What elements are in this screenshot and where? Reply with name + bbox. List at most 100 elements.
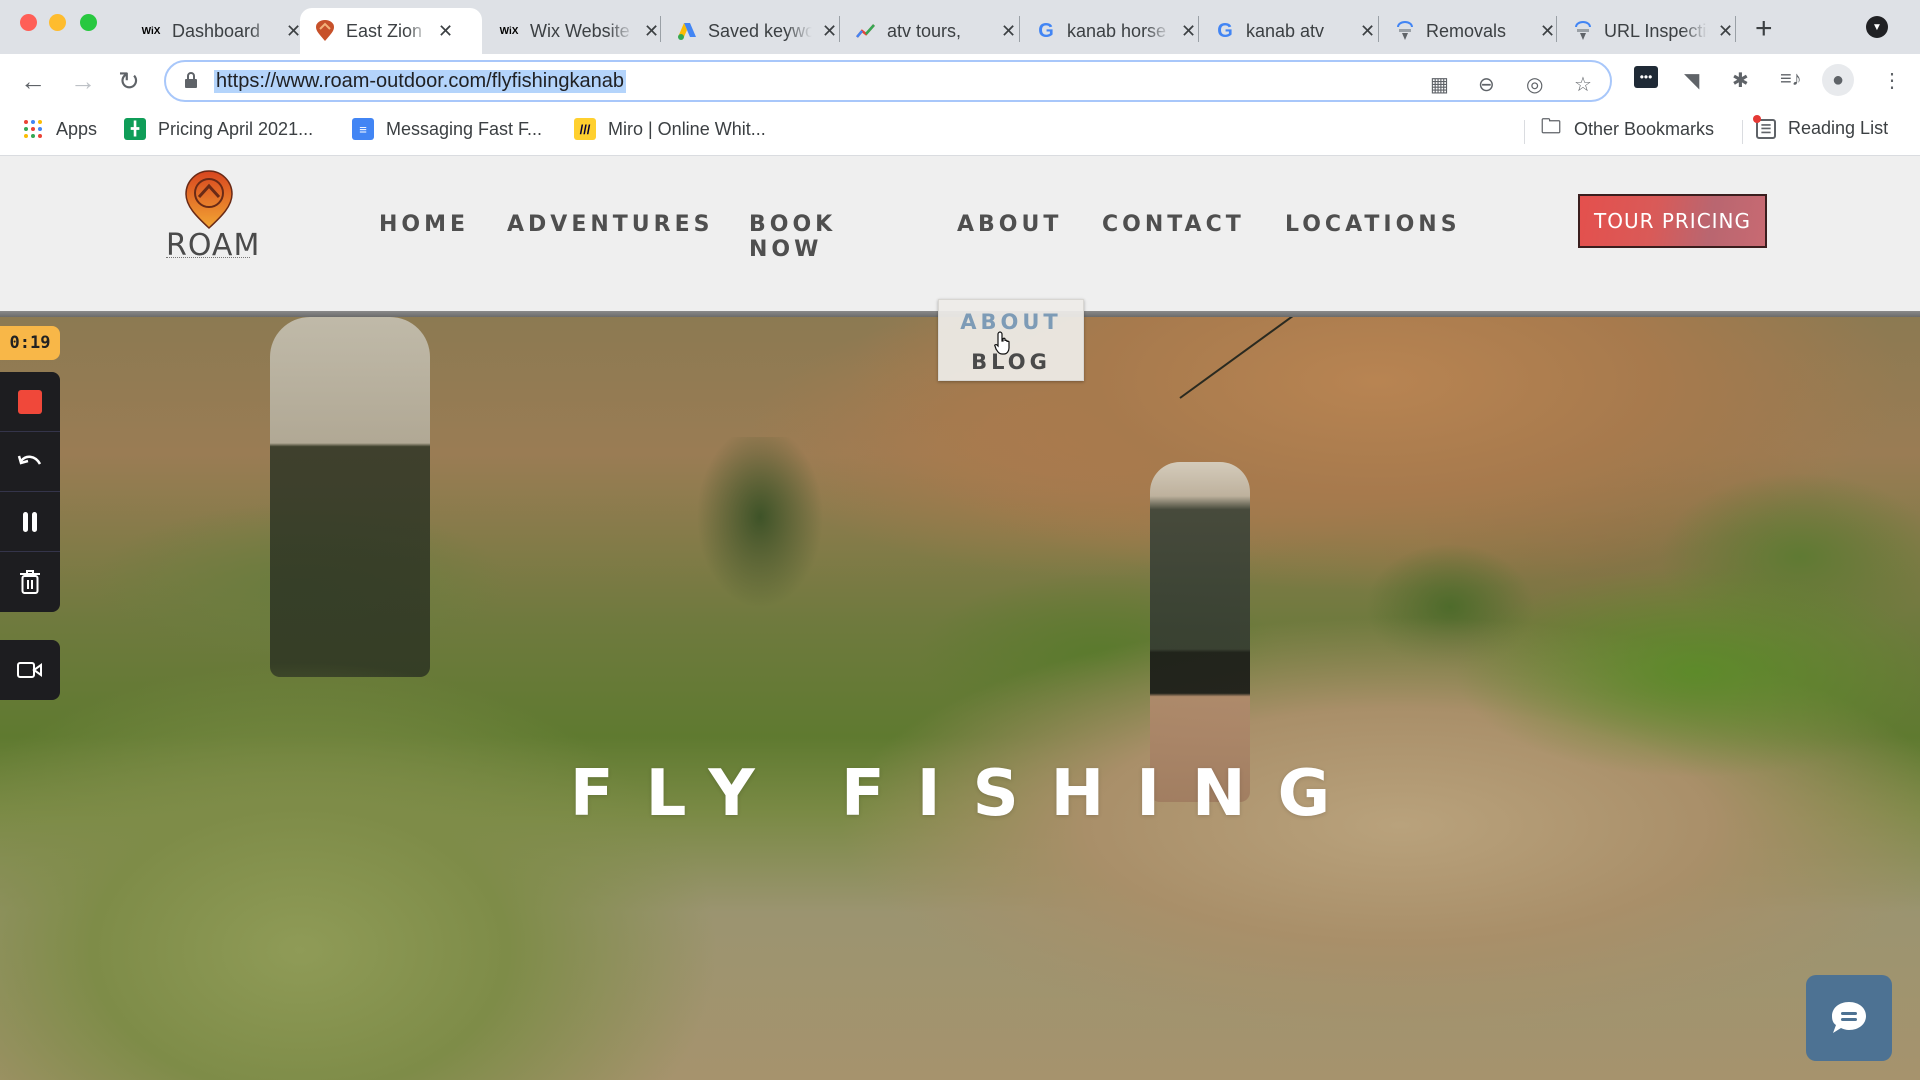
close-icon[interactable]: ✕ <box>1718 21 1733 42</box>
fisherman-figure <box>1150 462 1250 802</box>
tab-title: atv tours, <box>887 20 962 41</box>
delete-recording-button[interactable] <box>0 552 60 612</box>
close-icon[interactable]: ✕ <box>438 21 453 42</box>
media-control-icon[interactable]: ≡♪ <box>1780 68 1802 91</box>
url-text[interactable]: https://www.roam-outdoor.com/flyfishingk… <box>214 70 626 93</box>
window-maximize-button[interactable] <box>80 14 97 31</box>
hero-image: FLY FISHING <box>0 317 1920 1080</box>
nav-contact[interactable]: CONTACT <box>1102 212 1245 237</box>
password-manager-icon[interactable]: ••• <box>1634 66 1658 88</box>
tab-title: URL Inspection <box>1604 20 1708 41</box>
video-camera-icon <box>17 662 42 678</box>
bookmark-star-icon[interactable]: ☆ <box>1574 72 1592 97</box>
nav-home[interactable]: HOME <box>379 212 469 237</box>
bookmark-miro[interactable]: /// Miro | Online Whit... <box>574 118 766 140</box>
back-button[interactable]: ← <box>20 66 46 97</box>
zoom-out-icon[interactable]: ⊖ <box>1478 72 1495 97</box>
restart-recording-button[interactable] <box>0 432 60 492</box>
nav-adventures[interactable]: ADVENTURES <box>507 212 713 237</box>
toggle-camera-button[interactable] <box>0 640 60 700</box>
pause-icon <box>23 511 37 532</box>
close-icon[interactable]: ✕ <box>822 21 837 42</box>
bookmark-label: Reading List <box>1788 118 1889 138</box>
close-icon[interactable]: ✕ <box>644 21 659 42</box>
google-sheets-icon: ╋ <box>124 118 146 140</box>
browser-menu-icon[interactable]: ⋮ <box>1882 68 1902 93</box>
window-close-button[interactable] <box>20 14 37 31</box>
bookmark-label: Apps <box>56 118 98 139</box>
window-minimize-button[interactable] <box>49 14 66 31</box>
folder-icon: 🗀 <box>1541 116 1561 138</box>
tab-title: kanab atv <box>1246 20 1325 41</box>
browser-tab[interactable]: WiX Wix Website ✕ <box>484 8 673 54</box>
search-console-icon <box>1572 20 1594 42</box>
nav-locations[interactable]: LOCATIONS <box>1285 212 1461 237</box>
close-icon[interactable]: ✕ <box>1181 21 1196 42</box>
bookmark-pricing[interactable]: ╋ Pricing April 2021... <box>124 118 313 140</box>
bookmark-reading-list[interactable]: ☰ Reading List <box>1753 114 1889 139</box>
roam-logo-icon <box>314 20 336 42</box>
bookmarks-separator <box>1742 120 1743 144</box>
qr-code-icon[interactable]: ▦ <box>1430 72 1449 97</box>
google-ads-icon <box>676 20 698 42</box>
pause-recording-button[interactable] <box>0 492 60 552</box>
tab-search-button[interactable]: ▼ <box>1866 16 1888 38</box>
browser-tab-strip: WiX Dashboard ✕ East Zion ✕ WiX Wix Webs… <box>0 0 1920 54</box>
browser-tab[interactable]: Removals ✕ <box>1380 8 1569 54</box>
bookmark-label: Messaging Fast F... <box>386 118 543 139</box>
tab-title: Wix Website <box>530 20 630 41</box>
tab-title: Saved keywords <box>708 20 812 41</box>
chat-widget-button[interactable] <box>1806 975 1892 1061</box>
bookmark-other[interactable]: 🗀 Other Bookmarks <box>1540 116 1715 140</box>
wix-icon: WiX <box>499 25 519 37</box>
nav-book-now[interactable]: BOOK NOW <box>749 212 836 262</box>
bookmarks-separator <box>1524 120 1525 144</box>
trends-icon <box>855 20 877 42</box>
bookmark-messaging[interactable]: ≡ Messaging Fast F... <box>352 118 542 140</box>
close-icon[interactable]: ✕ <box>1540 21 1555 42</box>
new-tab-button[interactable]: + <box>1755 12 1773 46</box>
tab-separator <box>1378 16 1379 42</box>
miro-icon: /// <box>574 118 596 140</box>
tab-title: East Zion <box>346 20 423 41</box>
google-icon: G <box>1217 19 1233 42</box>
tab-separator <box>1198 16 1199 42</box>
browser-tab[interactable]: atv tours, ✕ <box>841 8 1030 54</box>
address-bar[interactable]: https://www.roam-outdoor.com/flyfishingk… <box>164 60 1612 102</box>
chat-bubble-icon <box>1832 1002 1866 1033</box>
browser-tab[interactable]: G kanab atv ✕ <box>1200 8 1389 54</box>
stop-recording-button[interactable] <box>0 372 60 432</box>
reading-list-icon: ☰ <box>1753 114 1776 139</box>
browser-tab[interactable]: WiX Dashboard ✕ <box>126 8 315 54</box>
tab-separator <box>660 16 661 42</box>
tour-pricing-button[interactable]: TOUR PRICING <box>1578 194 1767 248</box>
browser-tab[interactable]: Saved keywords ✕ <box>662 8 851 54</box>
nav-about[interactable]: ABOUT <box>957 212 1062 237</box>
profile-avatar-icon[interactable]: ● <box>1822 64 1854 96</box>
wix-icon: WiX <box>141 25 161 37</box>
browser-tab[interactable]: G kanab horse ✕ <box>1021 8 1210 54</box>
close-icon[interactable]: ✕ <box>1360 21 1375 42</box>
browser-tab[interactable]: URL Inspection ✕ <box>1558 8 1747 54</box>
browser-tab-active[interactable]: East Zion ✕ <box>300 8 482 54</box>
hero-title: FLY FISHING <box>569 757 1363 831</box>
puzzle-extensions-icon[interactable]: ✱ <box>1732 68 1749 93</box>
bookmarks-bar: Apps ╋ Pricing April 2021... ≡ Messaging… <box>0 108 1920 156</box>
reload-button[interactable]: ↻ <box>118 66 140 97</box>
apps-grid-icon <box>22 118 44 140</box>
tab-separator <box>1019 16 1020 42</box>
trash-icon <box>20 570 40 594</box>
bookmark-apps[interactable]: Apps <box>22 118 97 140</box>
recording-timer: 0:19 <box>0 326 60 360</box>
tab-title: Removals <box>1426 20 1507 41</box>
undo-icon <box>17 455 42 465</box>
close-icon[interactable]: ✕ <box>286 21 301 42</box>
tracking-blocked-icon[interactable]: ◎ <box>1526 72 1543 97</box>
extension-icon[interactable]: ◥ <box>1684 68 1699 93</box>
tab-separator <box>839 16 840 42</box>
forward-button[interactable]: → <box>70 66 96 97</box>
lock-icon <box>185 72 197 88</box>
bookmark-label: Other Bookmarks <box>1574 118 1715 139</box>
site-header: ROAM HOME ADVENTURES BOOK NOW ABOUT CONT… <box>0 156 1920 312</box>
close-icon[interactable]: ✕ <box>1001 21 1016 42</box>
